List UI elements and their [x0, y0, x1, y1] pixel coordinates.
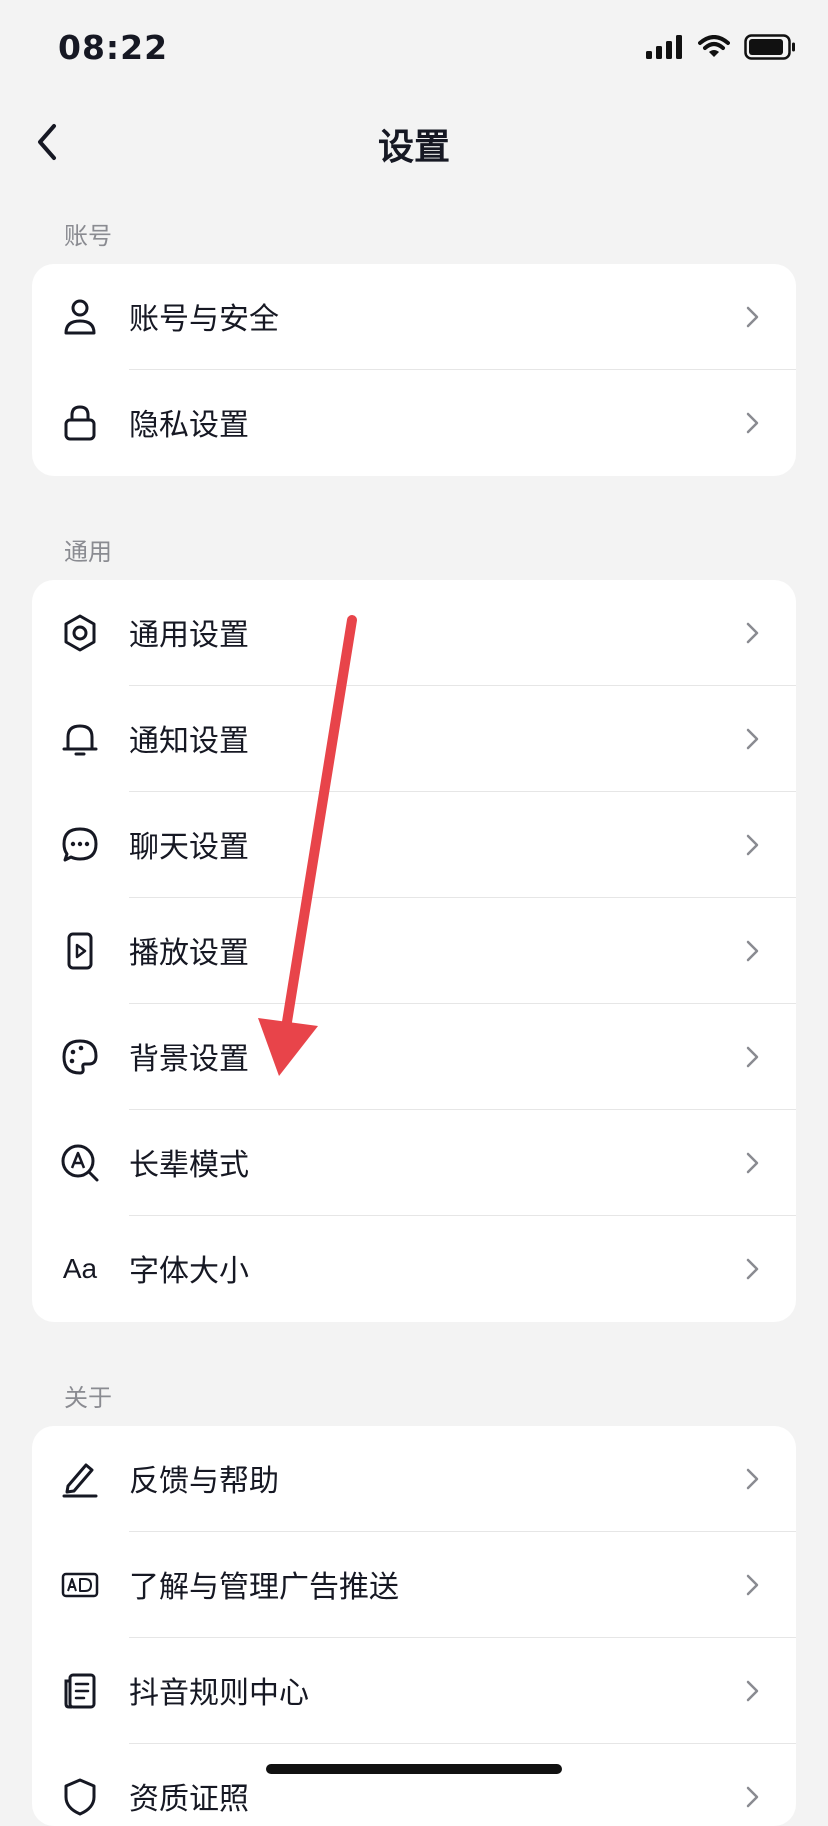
person-icon — [64, 299, 96, 335]
chevron-right-icon — [746, 1152, 759, 1174]
settings-item-label: 字体大小 — [129, 1254, 249, 1289]
settings-item-label: 资质证照 — [129, 1782, 249, 1817]
chevron-right-icon — [746, 306, 759, 328]
document-list-icon — [64, 1673, 96, 1709]
settings-item-qualifications[interactable]: 资质证照 — [32, 1744, 796, 1826]
chevron-right-icon — [746, 412, 759, 434]
settings-item-label: 播放设置 — [129, 936, 249, 971]
font-size-icon: Aa — [62, 1253, 98, 1284]
section-title-account: 账号 — [64, 222, 112, 250]
chevron-right-icon — [746, 1574, 759, 1596]
chat-bubble-icon — [62, 827, 98, 862]
chevron-right-icon — [746, 1680, 759, 1702]
settings-item-chat[interactable]: 聊天设置 — [32, 792, 796, 898]
status-bar: 08:22 — [0, 0, 828, 100]
settings-item-background[interactable]: 背景设置 — [32, 1004, 796, 1110]
battery-icon — [744, 34, 795, 60]
settings-item-feedback[interactable]: 反馈与帮助 — [32, 1426, 796, 1532]
chevron-right-icon — [746, 1786, 759, 1808]
chevron-right-icon — [746, 1046, 759, 1068]
settings-item-label: 账号与安全 — [129, 302, 279, 337]
section-title-general: 通用 — [64, 538, 112, 566]
settings-item-label: 抖音规则中心 — [129, 1676, 309, 1711]
chevron-right-icon — [746, 940, 759, 962]
ad-icon — [61, 1572, 99, 1598]
settings-item-font-size[interactable]: Aa 字体大小 — [32, 1216, 796, 1322]
cellular-signal-icon — [646, 35, 682, 59]
status-time: 08:22 — [58, 28, 169, 67]
chevron-right-icon — [746, 728, 759, 750]
chevron-right-icon — [746, 834, 759, 856]
gear-icon — [64, 614, 96, 652]
settings-item-label: 通用设置 — [129, 618, 249, 653]
settings-item-general[interactable]: 通用设置 — [32, 580, 796, 686]
settings-item-playback[interactable]: 播放设置 — [32, 898, 796, 1004]
settings-item-label: 隐私设置 — [129, 408, 249, 443]
settings-item-rules-center[interactable]: 抖音规则中心 — [32, 1638, 796, 1744]
navigation-bar: 设置 — [0, 100, 828, 180]
wifi-icon — [698, 35, 730, 57]
settings-item-elder-mode[interactable]: 长辈模式 — [32, 1110, 796, 1216]
page-title: 设置 — [377, 127, 450, 168]
account-card: 账号与安全 隐私设置 — [32, 264, 796, 476]
palette-icon — [62, 1039, 98, 1075]
settings-item-label: 背景设置 — [129, 1042, 249, 1077]
home-indicator — [266, 1764, 562, 1774]
play-video-icon — [67, 932, 93, 970]
settings-item-account-security[interactable]: 账号与安全 — [32, 264, 796, 370]
shield-icon — [64, 1778, 96, 1816]
settings-item-label: 长辈模式 — [129, 1148, 249, 1183]
lock-icon — [64, 405, 96, 441]
settings-item-notification[interactable]: 通知设置 — [32, 686, 796, 792]
bell-icon — [62, 724, 98, 756]
edit-pencil-icon — [62, 1463, 98, 1498]
chevron-right-icon — [746, 1258, 759, 1280]
settings-item-label: 反馈与帮助 — [129, 1464, 279, 1499]
settings-item-ad-management[interactable]: 了解与管理广告推送 — [32, 1532, 796, 1638]
general-card: 通用设置 通知设置 聊天设置 播放设置 背景设置 长辈模式 Aa 字体大小 — [32, 580, 796, 1322]
status-icons — [646, 34, 796, 60]
section-title-about: 关于 — [64, 1384, 112, 1412]
chevron-right-icon — [746, 622, 759, 644]
settings-item-label: 通知设置 — [129, 724, 249, 759]
settings-item-label: 了解与管理广告推送 — [129, 1570, 399, 1605]
settings-item-label: 聊天设置 — [129, 830, 249, 865]
elder-mode-magnifier-icon — [61, 1144, 99, 1182]
chevron-right-icon — [746, 1468, 759, 1490]
settings-item-privacy[interactable]: 隐私设置 — [32, 370, 796, 476]
